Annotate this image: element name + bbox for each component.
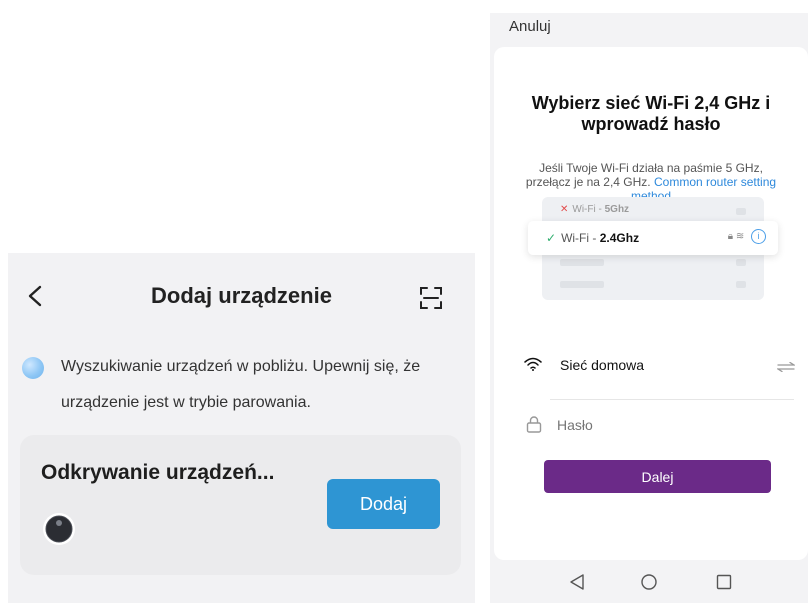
check-icon: ✓ (546, 231, 557, 245)
wifi-small-icon: ≋ (735, 231, 745, 242)
discovering-heading: Odkrywanie urządzeń... (41, 461, 275, 484)
status-text: Wyszukiwanie urządzeń w pobliżu. Upewnij… (61, 358, 421, 411)
robot-vacuum-icon[interactable] (42, 512, 76, 546)
recents-square-icon[interactable] (714, 573, 734, 591)
wifi24-prefix: Wi-Fi - (561, 231, 600, 245)
password-field[interactable] (557, 417, 777, 433)
cross-icon: ✕ (560, 204, 569, 215)
add-button[interactable]: Dodaj (327, 479, 440, 529)
network-name[interactable]: Sieć domowa (560, 357, 644, 373)
page-title: Dodaj urządzenie (151, 283, 332, 308)
placeholder-bar (736, 259, 746, 266)
switch-network-icon[interactable] (777, 362, 795, 372)
wifi24-label: ✓ Wi-Fi - 2.4Ghz (546, 231, 639, 245)
placeholder-bar (560, 259, 604, 266)
wifi-headline: Wybierz sieć Wi-Fi 2,4 GHz i wprowadź ha… (531, 93, 771, 134)
wifi24-status-icons: 🔒︎ ≋ i (728, 229, 766, 244)
wifi24-band: 2.4Ghz (599, 231, 640, 245)
wifi5-band: 5Ghz (604, 204, 630, 215)
wifi-panel: Wybierz sieć Wi-Fi 2,4 GHz i wprowadź ha… (494, 47, 808, 560)
placeholder-bar (560, 281, 604, 288)
lock-small-icon: 🔒︎ (727, 231, 734, 242)
system-nav-bar (490, 561, 808, 603)
wifi-24ghz-row: ✓ Wi-Fi - 2.4Ghz 🔒︎ ≋ i (528, 221, 778, 255)
placeholder-bar (736, 208, 746, 215)
wifi-5ghz-row: ✕ Wi-Fi - 5Ghz (560, 204, 629, 215)
discovered-devices-card: Odkrywanie urządzeń... Dodaj (20, 435, 461, 575)
back-triangle-icon[interactable] (567, 573, 587, 591)
wifi-setup-screen: Anuluj Wybierz sieć Wi-Fi 2,4 GHz i wpro… (490, 13, 808, 603)
next-button[interactable]: Dalej (544, 460, 771, 493)
scan-icon[interactable] (419, 286, 443, 310)
home-circle-icon[interactable] (639, 573, 659, 591)
wifi5-prefix: Wi-Fi - (572, 204, 605, 215)
lock-icon (526, 416, 542, 433)
placeholder-bar (736, 281, 746, 288)
add-device-screen: Dodaj urządzenie Wyszukiwanie urządzeń w… (8, 253, 475, 603)
cancel-link[interactable]: Anuluj (509, 18, 551, 35)
wifi-icon (524, 357, 542, 371)
divider (550, 399, 794, 400)
search-indicator-icon (22, 357, 44, 379)
info-icon: i (751, 229, 766, 244)
